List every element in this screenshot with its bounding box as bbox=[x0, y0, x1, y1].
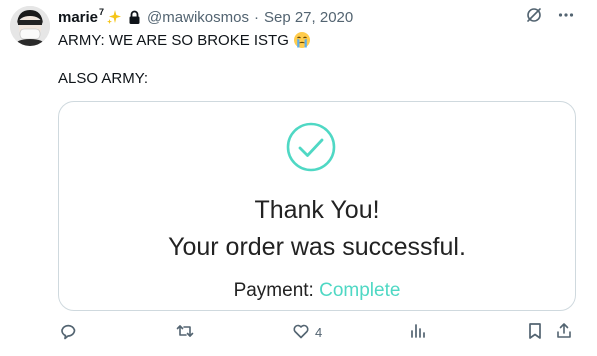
tweet-text-line: ARMY: WE ARE SO BROKE ISTG bbox=[58, 31, 311, 49]
crying-emoji-icon bbox=[293, 31, 311, 49]
payment-status: Complete bbox=[319, 280, 401, 301]
tweet: marie 7 @mawikosmos · Sep 27, 2020 ARMY:… bbox=[0, 0, 597, 356]
user-handle[interactable]: @mawikosmos bbox=[147, 9, 249, 26]
retweet-icon bbox=[175, 321, 195, 344]
thank-you-heading: Thank You! bbox=[254, 196, 380, 224]
tweet-text: ALSO ARMY: bbox=[58, 70, 149, 87]
share-button[interactable] bbox=[554, 321, 574, 343]
share-icon bbox=[554, 321, 574, 344]
retweet-button[interactable] bbox=[175, 321, 195, 343]
avatar[interactable] bbox=[10, 6, 50, 46]
top-actions bbox=[525, 6, 575, 24]
display-name[interactable]: marie bbox=[58, 9, 98, 26]
bookmark-button[interactable] bbox=[525, 321, 545, 343]
separator: · bbox=[253, 8, 259, 26]
order-success-message: Your order was successful. bbox=[168, 233, 466, 261]
sparkle-icon bbox=[106, 9, 122, 25]
tweet-text: ARMY: WE ARE SO BROKE ISTG bbox=[58, 31, 289, 49]
more-icon[interactable] bbox=[557, 6, 575, 24]
attached-image-card[interactable]: Thank You! Your order was successful. Pa… bbox=[58, 101, 576, 311]
payment-label: Payment: bbox=[233, 280, 314, 301]
like-icon bbox=[291, 321, 311, 344]
like-button[interactable]: 4 bbox=[291, 321, 322, 343]
grok-icon[interactable] bbox=[525, 6, 543, 24]
name-superscript: 7 bbox=[99, 7, 105, 17]
payment-status-line: Payment: Complete bbox=[59, 280, 575, 302]
like-count: 4 bbox=[315, 324, 323, 340]
tweet-action-bar: 4 bbox=[58, 321, 578, 345]
tweet-date[interactable]: Sep 27, 2020 bbox=[264, 9, 353, 26]
lock-icon bbox=[128, 10, 141, 25]
reply-button[interactable] bbox=[58, 321, 78, 343]
bookmark-icon bbox=[525, 321, 545, 344]
reply-icon bbox=[58, 321, 78, 344]
views-icon bbox=[408, 321, 428, 344]
views-button[interactable] bbox=[408, 321, 428, 343]
check-circle-icon bbox=[285, 121, 337, 173]
tweet-header: marie 7 @mawikosmos · Sep 27, 2020 bbox=[58, 7, 353, 27]
